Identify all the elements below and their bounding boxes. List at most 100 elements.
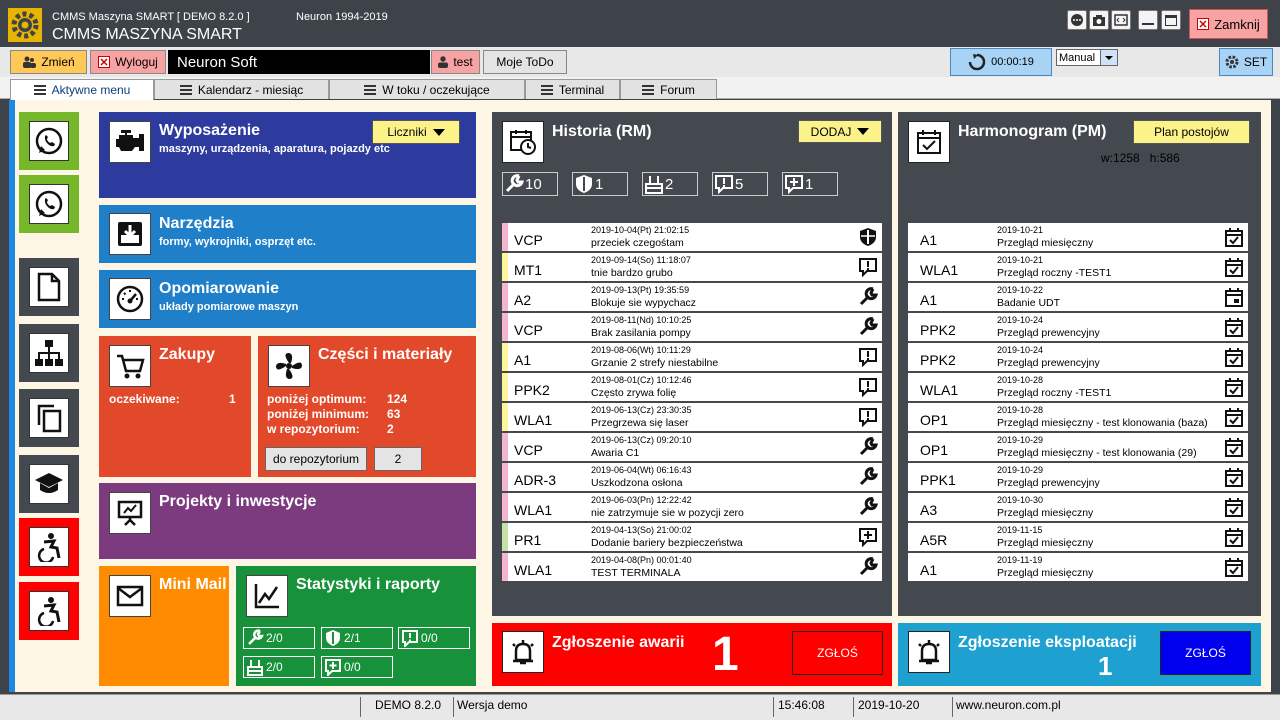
structure-button[interactable] bbox=[19, 324, 79, 382]
history-row[interactable]: WLA1 2019-06-03(Pn) 12:22:42 nie zatrzymuj… bbox=[502, 493, 882, 521]
status-time: 15:46:08 bbox=[778, 698, 825, 712]
row-description: Przegląd miesięczny bbox=[997, 237, 1094, 249]
history-counter: 10 bbox=[502, 172, 558, 196]
row-date: 2019-08-01(Cz) 10:12:46 bbox=[591, 375, 692, 385]
downtime-plan-button[interactable]: Plan postojów bbox=[1133, 120, 1250, 144]
timer-button[interactable]: 00:00:19 bbox=[950, 48, 1052, 76]
counters-button[interactable]: Liczniki bbox=[372, 120, 460, 144]
copy-button[interactable] bbox=[19, 389, 79, 447]
code-window-icon[interactable] bbox=[1111, 10, 1131, 30]
accessibility-button-2[interactable] bbox=[19, 582, 79, 640]
accessibility-button-1[interactable] bbox=[19, 518, 79, 576]
schedule-row[interactable]: A1 2019-10-22 Badanie UDT bbox=[908, 283, 1248, 311]
whatsapp-icon bbox=[29, 184, 69, 224]
schedule-row[interactable]: PPK1 2019-10-29 Przegląd prewencyjny bbox=[908, 463, 1248, 491]
priority-bar bbox=[502, 223, 508, 251]
user-name: test bbox=[453, 55, 473, 69]
operation-report-button[interactable]: ZGŁOŚ bbox=[1160, 631, 1251, 675]
schedule-row[interactable]: PPK2 2019-10-24 Przegląd prewencyjny bbox=[908, 343, 1248, 371]
calendar-check-icon bbox=[1223, 226, 1245, 248]
calendar-check-icon bbox=[908, 121, 950, 163]
tab-in-progress[interactable]: W toku / oczekujące bbox=[329, 79, 525, 99]
tile-metering[interactable]: Opomiarowanie układy pomiarowe maszyn bbox=[99, 270, 476, 328]
schedule-row[interactable]: OP1 2019-10-28 Przegląd miesięczny - test … bbox=[908, 403, 1248, 431]
wrench-icon bbox=[857, 496, 879, 518]
row-date: 2019-08-11(Nd) 10:10:25 bbox=[591, 315, 692, 325]
history-row[interactable]: MT1 2019-09-14(So) 11:18:07 tnie bardzo gr… bbox=[502, 253, 882, 281]
row-description: Przegląd miesięczny - test klonowania (2… bbox=[997, 447, 1197, 459]
minimize-icon[interactable] bbox=[1138, 10, 1158, 30]
schedule-row[interactable]: OP1 2019-10-29 Przegląd miesięczny - test … bbox=[908, 433, 1248, 461]
toolbar: Zmień Wyloguj Neuron Soft test Moje ToDo… bbox=[0, 47, 1280, 77]
close-icon bbox=[1197, 18, 1210, 30]
row-code: MT1 bbox=[514, 262, 542, 278]
chevron-down-icon[interactable] bbox=[1100, 50, 1117, 65]
tile-tools[interactable]: Narzędzia formy, wykrojniki, osprzęt etc… bbox=[99, 205, 476, 263]
user-icon bbox=[438, 56, 449, 68]
parts-row-value: 2 bbox=[387, 422, 394, 436]
dimensions-readout: w:1258 h:586 bbox=[1101, 151, 1180, 165]
maximize-icon[interactable] bbox=[1161, 10, 1181, 30]
settings-button[interactable]: SET bbox=[1219, 48, 1273, 76]
mode-select[interactable]: Manual bbox=[1056, 49, 1118, 66]
refresh-icon bbox=[968, 53, 986, 71]
training-button[interactable] bbox=[19, 455, 79, 513]
schedule-row[interactable]: WLA1 2019-10-21 Przegląd roczny -TEST1 bbox=[908, 253, 1248, 281]
camera-icon[interactable] bbox=[1089, 10, 1109, 30]
stat-counter-value: 2/0 bbox=[266, 631, 283, 645]
dropdown-arrow-icon bbox=[432, 128, 445, 136]
history-row[interactable]: VCP 2019-08-11(Nd) 10:10:25 Brak zasilania… bbox=[502, 313, 882, 341]
user-button[interactable]: test bbox=[431, 50, 480, 74]
tile-projects[interactable]: Projekty i inwestycje bbox=[99, 483, 476, 559]
tab-forum[interactable]: Forum bbox=[620, 79, 717, 99]
history-row[interactable]: WLA1 2019-04-08(Pn) 00:01:40 TEST TERMINAL… bbox=[502, 553, 882, 581]
row-code: A1 bbox=[920, 232, 938, 248]
wrench-icon bbox=[857, 466, 879, 488]
to-repository-button[interactable]: do repozytorium bbox=[265, 447, 367, 471]
todo-button[interactable]: Moje ToDo bbox=[483, 50, 567, 74]
history-row[interactable]: WLA1 2019-06-13(Cz) 23:30:35 Przegrzewa si… bbox=[502, 403, 882, 431]
history-counter: 2 bbox=[642, 172, 698, 196]
schedule-row[interactable]: A3 2019-10-30 Przegląd miesięczny bbox=[908, 493, 1248, 521]
tile-mini-mail[interactable]: Mini Mail bbox=[99, 566, 229, 686]
failure-report-button[interactable]: ZGŁOŚ bbox=[792, 631, 883, 675]
history-row[interactable]: VCP 2019-06-13(Cz) 09:20:10 Awaria C1 bbox=[502, 433, 882, 461]
chat-icon[interactable] bbox=[1067, 10, 1087, 30]
row-date: 2019-06-13(Cz) 23:30:35 bbox=[591, 405, 692, 415]
whatsapp-button-1[interactable] bbox=[19, 112, 79, 170]
schedule-row[interactable]: A1 2019-10-21 Przegląd miesięczny bbox=[908, 223, 1248, 251]
schedule-row[interactable]: A1 2019-11-19 Przegląd miesięczny bbox=[908, 553, 1248, 581]
whatsapp-button-2[interactable] bbox=[19, 175, 79, 233]
row-date: 2019-10-24 bbox=[997, 315, 1044, 325]
tab-terminal[interactable]: Terminal bbox=[525, 79, 620, 99]
row-description: Blokuje sie wypychacz bbox=[591, 297, 697, 309]
schedule-row[interactable]: WLA1 2019-10-28 Przegląd roczny -TEST1 bbox=[908, 373, 1248, 401]
row-description: Przegląd miesięczny bbox=[997, 507, 1094, 519]
status-url[interactable]: www.neuron.com.pl bbox=[956, 698, 1061, 712]
history-row[interactable]: VCP 2019-10-04(Pt) 21:02:15 przeciek czego… bbox=[502, 223, 882, 251]
priority-bar bbox=[502, 343, 508, 371]
tab-calendar[interactable]: Kalendarz - miesiąc bbox=[154, 79, 329, 99]
tile-statistics[interactable]: Statystyki i raporty 2/0 2/1 0/0 2/0 0/0 bbox=[236, 566, 476, 686]
close-button[interactable]: Zamknij bbox=[1189, 9, 1268, 39]
priority-bar bbox=[502, 493, 508, 521]
logout-button[interactable]: Wyloguj bbox=[90, 50, 166, 74]
history-row[interactable]: A2 2019-09-13(Pt) 19:35:59 Blokuje sie wyp… bbox=[502, 283, 882, 311]
history-row[interactable]: A1 2019-08-06(Wt) 10:11:29 Grzanie 2 stref… bbox=[502, 343, 882, 371]
add-history-button[interactable]: DODAJ bbox=[798, 120, 882, 143]
change-user-button[interactable]: Zmień bbox=[10, 50, 87, 74]
document-button[interactable] bbox=[19, 258, 79, 316]
schedule-row[interactable]: A5R 2019-11-15 Przegląd miesięczny bbox=[908, 523, 1248, 551]
tools-box-icon bbox=[645, 176, 663, 194]
row-code: A3 bbox=[920, 502, 938, 518]
schedule-row[interactable]: PPK2 2019-10-24 Przegląd prewencyjny bbox=[908, 313, 1248, 341]
tile-purchases[interactable]: Zakupy oczekiwane: 1 bbox=[99, 336, 251, 477]
tile-equipment[interactable]: Wyposażenie maszyny, urządzenia, aparatu… bbox=[99, 112, 476, 198]
history-row[interactable]: ADR-3 2019-06-04(Wt) 06:16:43 Uszkodzona o… bbox=[502, 463, 882, 491]
parts-row-value: 63 bbox=[387, 407, 401, 421]
tab-active-menu[interactable]: Aktywne menu bbox=[10, 79, 154, 100]
row-description: Często zrywa folię bbox=[591, 387, 677, 399]
history-row[interactable]: PPK2 2019-08-01(Cz) 10:12:46 Często zrywa … bbox=[502, 373, 882, 401]
tile-parts[interactable]: Części i materiały poniżej optimum: 124 … bbox=[258, 336, 476, 477]
history-row[interactable]: PR1 2019-04-13(So) 21:00:02 Dodanie barier… bbox=[502, 523, 882, 551]
